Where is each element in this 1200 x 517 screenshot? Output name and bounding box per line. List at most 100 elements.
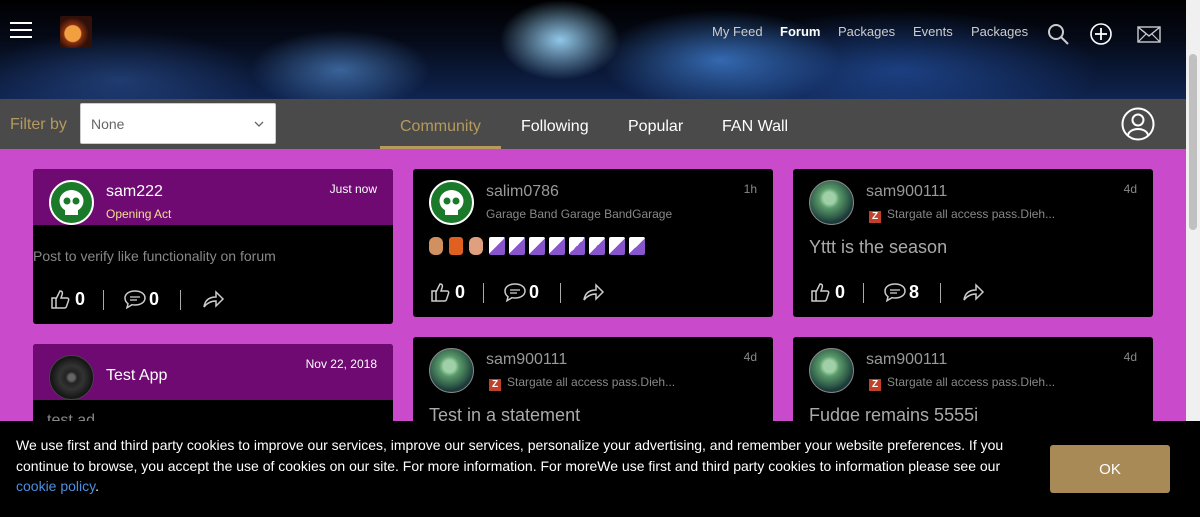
post-username[interactable]: sam900111: [866, 183, 947, 201]
nav-my-feed[interactable]: My Feed: [712, 24, 763, 39]
skull-icon: [59, 190, 84, 215]
badge-icon: Z: [489, 379, 501, 391]
avatar[interactable]: [809, 348, 854, 393]
share-icon: [963, 283, 985, 301]
post-time: 1h: [743, 182, 757, 196]
tab-community[interactable]: Community: [400, 118, 481, 136]
divider: [483, 283, 484, 303]
sticker-emoji-icon: [489, 237, 505, 255]
share-button[interactable]: [581, 281, 605, 305]
nav-events[interactable]: Events: [913, 24, 953, 39]
post-card[interactable]: sam222 Opening Act Just now Post to veri…: [33, 169, 393, 324]
sticker-emoji-icon: [609, 237, 625, 255]
divider: [180, 290, 181, 310]
post-username[interactable]: sam222: [106, 183, 163, 201]
header-banner: My Feed Forum Packages Events Packages: [0, 0, 1186, 99]
avatar[interactable]: [429, 180, 474, 225]
chevron-down-icon: [254, 121, 264, 127]
mail-icon[interactable]: [1137, 22, 1161, 46]
cookie-ok-button[interactable]: OK: [1050, 445, 1170, 493]
cookie-policy-link[interactable]: cookie policy: [16, 478, 95, 494]
post-time: Just now: [329, 182, 377, 196]
nav-packages[interactable]: Packages: [838, 24, 895, 39]
post-time: 4d: [743, 350, 757, 364]
user-profile-icon[interactable]: [1121, 107, 1155, 141]
sticker-emoji-icon: [629, 237, 645, 255]
scrollbar-thumb[interactable]: [1189, 54, 1197, 230]
like-count: 0: [455, 282, 466, 302]
sticker-emoji-icon: [549, 237, 565, 255]
thumbs-up-icon: [51, 290, 70, 309]
nav-packages-2[interactable]: Packages: [971, 24, 1028, 39]
share-icon: [203, 290, 225, 308]
share-button[interactable]: [201, 288, 225, 312]
face-emoji-icon: [469, 237, 483, 255]
post-card[interactable]: salim0786 Garage Band Garage BandGarage …: [413, 169, 773, 317]
avatar[interactable]: [429, 348, 474, 393]
sticker-emoji-icon: [529, 237, 545, 255]
post-time: 4d: [1123, 182, 1137, 196]
active-tab-indicator: [380, 146, 501, 149]
filter-label: Filter by: [10, 116, 67, 133]
post-username[interactable]: sam900111: [486, 351, 567, 369]
post-user-role: Opening Act: [106, 207, 172, 221]
comment-icon: [124, 290, 146, 310]
comment-icon: [504, 283, 526, 303]
post-time: 4d: [1123, 350, 1137, 364]
sticker-emoji-icon: [509, 237, 525, 255]
cookie-banner: We use first and third party cookies to …: [0, 421, 1200, 517]
sticker-emoji-icon: [569, 237, 585, 255]
comment-button[interactable]: 8: [883, 281, 919, 305]
can-emoji-icon: [449, 237, 463, 255]
post-user-role: Garage Band Garage BandGarage: [486, 207, 673, 221]
tab-fan-wall[interactable]: FAN Wall: [722, 118, 788, 136]
post-actions: 0 0: [49, 288, 379, 312]
comment-count: 0: [149, 289, 160, 309]
search-icon[interactable]: [1046, 22, 1070, 46]
tab-following[interactable]: Following: [521, 118, 589, 136]
comment-count: 8: [909, 282, 920, 302]
share-button[interactable]: [961, 281, 985, 305]
post-time: Nov 22, 2018: [305, 357, 377, 371]
face-emoji-icon: [429, 237, 443, 255]
tab-popular[interactable]: Popular: [628, 118, 683, 136]
post-username[interactable]: Test App: [106, 367, 167, 385]
divider: [560, 283, 561, 303]
thumbs-up-icon: [811, 283, 830, 302]
comment-icon: [884, 283, 906, 303]
sticker-emoji-icon: [589, 237, 605, 255]
comment-button[interactable]: 0: [503, 281, 539, 305]
nav-forum[interactable]: Forum: [780, 24, 820, 39]
post-user-role: Z Stargate all access pass.Dieh...: [869, 207, 1055, 223]
comment-button[interactable]: 0: [123, 288, 159, 312]
avatar[interactable]: [49, 355, 94, 400]
like-button[interactable]: 0: [49, 288, 85, 312]
post-card[interactable]: sam900111 Z Stargate all access pass.Dieh…: [793, 169, 1153, 317]
thumbs-up-icon: [431, 283, 450, 302]
post-user-role: Z Stargate all access pass.Dieh...: [869, 375, 1055, 391]
cookie-message: We use first and third party cookies to …: [16, 437, 1004, 494]
like-count: 0: [75, 289, 86, 309]
badge-icon: Z: [869, 211, 881, 223]
comment-count: 0: [529, 282, 540, 302]
like-button[interactable]: 0: [809, 281, 845, 305]
badge-icon: Z: [869, 379, 881, 391]
divider: [103, 290, 104, 310]
post-user-role: Z Stargate all access pass.Dieh...: [489, 375, 675, 391]
top-nav: My Feed Forum Packages Events Packages: [0, 24, 1186, 44]
divider: [940, 283, 941, 303]
avatar[interactable]: [809, 180, 854, 225]
filter-select[interactable]: None: [80, 103, 276, 144]
post-username[interactable]: salim0786: [486, 183, 559, 201]
post-username[interactable]: sam900111: [866, 351, 947, 369]
post-body: Yttt is the season: [809, 237, 948, 257]
add-icon[interactable]: [1089, 22, 1113, 46]
like-button[interactable]: 0: [429, 281, 465, 305]
post-actions: 0 0: [429, 281, 759, 305]
like-count: 0: [835, 282, 846, 302]
avatar[interactable]: [49, 180, 94, 225]
page-scrollbar[interactable]: [1186, 0, 1200, 421]
divider: [863, 283, 864, 303]
filter-bar: Filter by None Community Following Popul…: [0, 99, 1186, 149]
filter-select-value: None: [91, 116, 125, 132]
